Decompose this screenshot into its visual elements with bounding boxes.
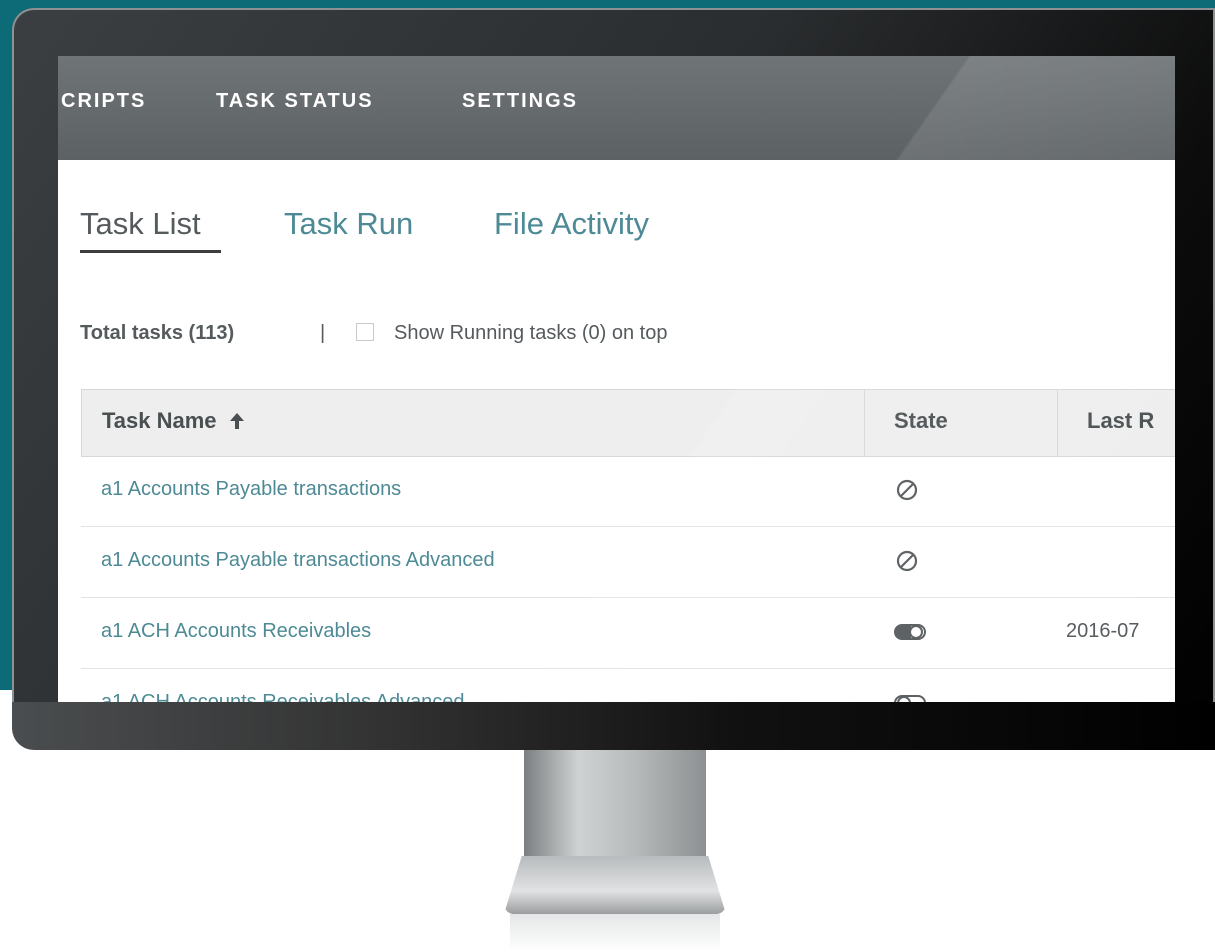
- sort-ascending-icon[interactable]: [229, 408, 245, 433]
- task-name-link[interactable]: a1 ACH Accounts Receivables: [101, 620, 371, 643]
- nav-item-scripts[interactable]: CRIPTS: [61, 90, 146, 113]
- tab-task-list[interactable]: Task List: [80, 206, 201, 242]
- column-header-state[interactable]: State: [894, 408, 948, 434]
- table-header-row: Task Name State Last R: [81, 389, 1175, 457]
- column-header-last-run[interactable]: Last R: [1087, 408, 1154, 434]
- column-divider: [864, 390, 865, 456]
- column-header-task-name-label: Task Name: [102, 408, 217, 433]
- tab-file-activity[interactable]: File Activity: [494, 206, 649, 242]
- tab-task-run[interactable]: Task Run: [284, 206, 413, 242]
- table-row[interactable]: a1 ACH Accounts Receivables 2016-07: [81, 598, 1175, 669]
- summary-separator: |: [320, 322, 326, 344]
- nav-item-task-status[interactable]: TASK STATUS: [216, 90, 374, 113]
- column-divider: [1057, 390, 1058, 456]
- toggle-off-icon[interactable]: [893, 689, 926, 702]
- task-name-link[interactable]: a1 Accounts Payable transactions: [101, 478, 401, 501]
- monitor-chin: [12, 702, 1215, 750]
- disabled-icon: [893, 547, 921, 575]
- last-run-value: 2016-07: [1066, 620, 1140, 642]
- table-row[interactable]: a1 ACH Accounts Receivables Advanced: [81, 669, 1175, 702]
- task-name-link[interactable]: a1 Accounts Payable transactions Advance…: [101, 549, 495, 572]
- show-running-on-top-label[interactable]: Show Running tasks (0) on top: [394, 322, 668, 345]
- disabled-icon: [893, 476, 921, 504]
- table-row[interactable]: a1 Accounts Payable transactions: [81, 456, 1175, 527]
- monitor-stand-neck: [524, 750, 706, 862]
- task-name-link[interactable]: a1 ACH Accounts Receivables Advanced: [101, 691, 465, 702]
- total-tasks-label: Total tasks (113): [80, 322, 235, 344]
- show-running-on-top-checkbox[interactable]: [356, 323, 374, 341]
- column-header-task-name[interactable]: Task Name: [102, 408, 245, 434]
- toggle-on-icon[interactable]: [893, 618, 926, 646]
- nav-item-settings[interactable]: SETTINGS: [462, 90, 578, 113]
- monitor-screen: CRIPTS TASK STATUS SETTINGS Task List Ta…: [58, 56, 1175, 702]
- stand-reflection: [510, 914, 720, 952]
- active-tab-indicator: [80, 250, 221, 253]
- top-navigation-bar: CRIPTS TASK STATUS SETTINGS: [58, 56, 1175, 160]
- monitor-stand-base: [504, 856, 726, 914]
- table-row[interactable]: a1 Accounts Payable transactions Advance…: [81, 527, 1175, 598]
